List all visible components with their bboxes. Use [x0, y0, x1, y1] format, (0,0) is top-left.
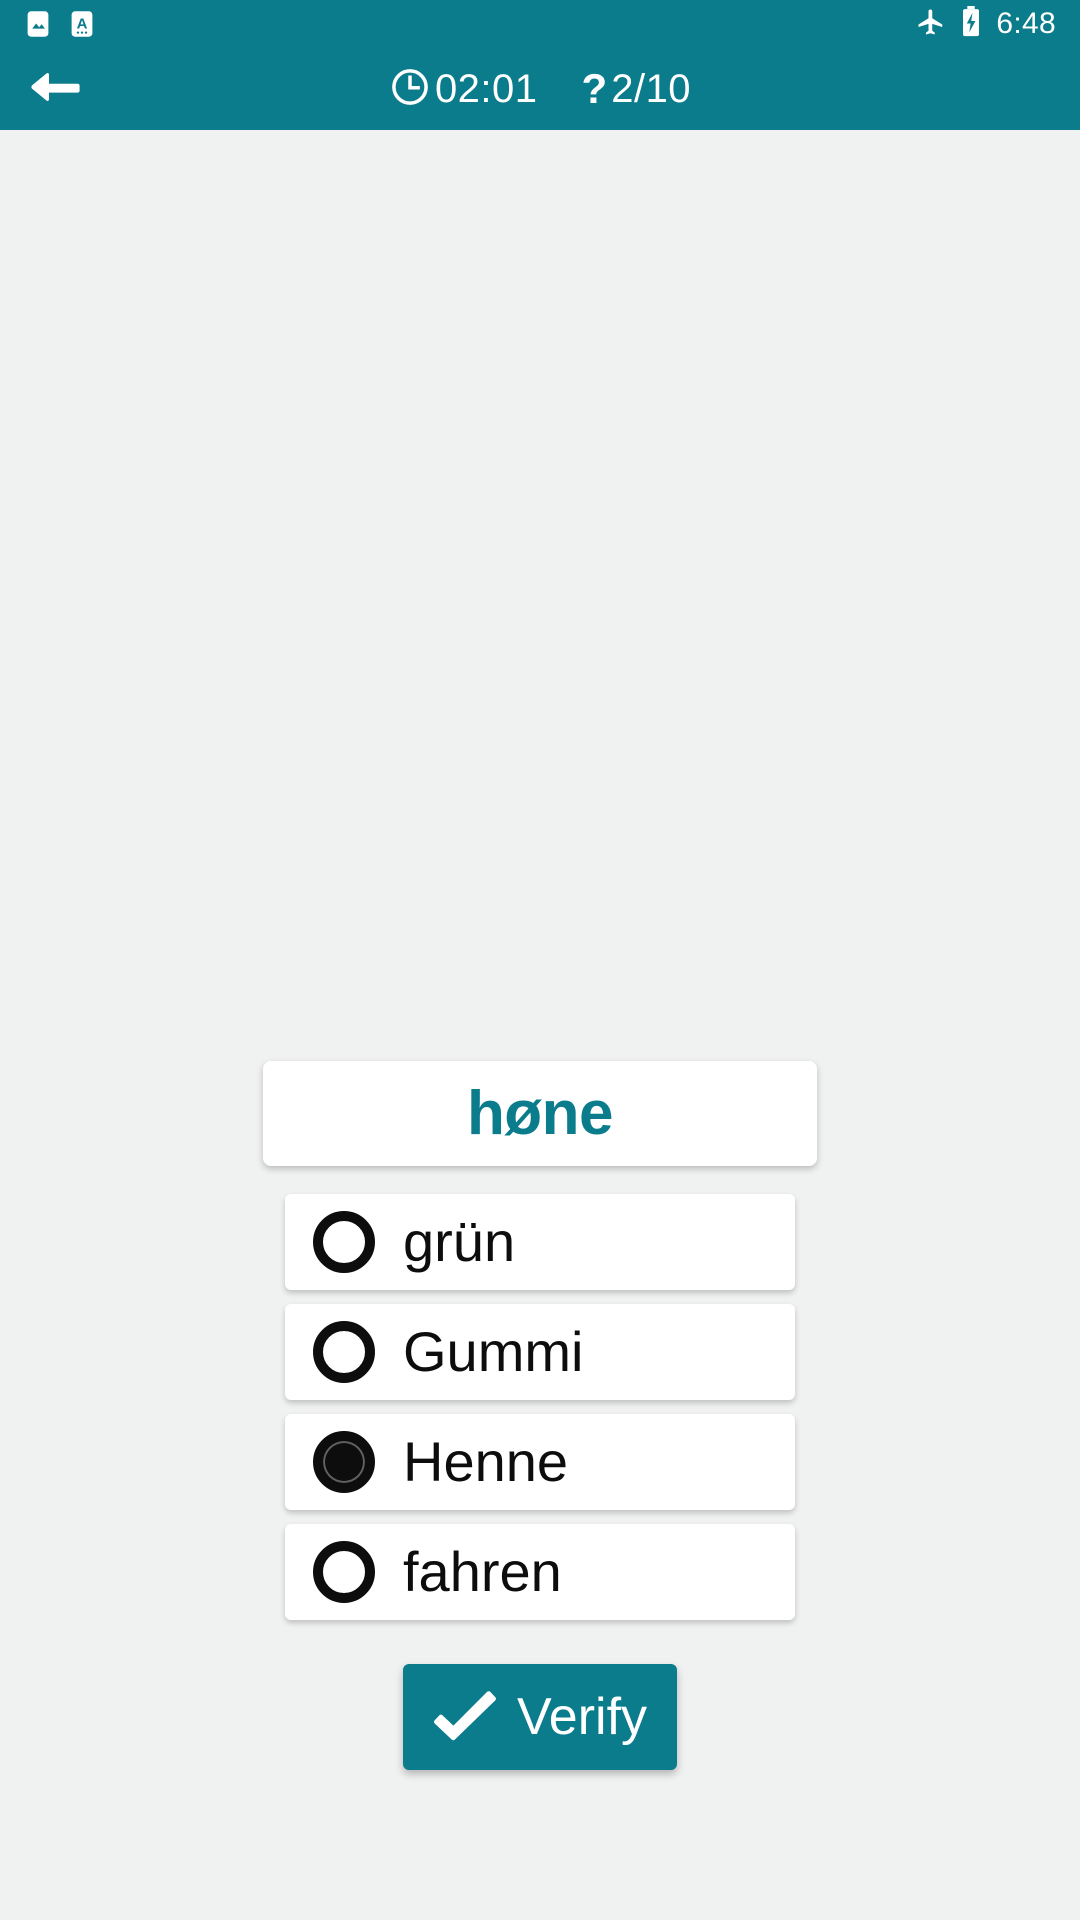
status-bar: A 6:48	[0, 0, 1080, 48]
clock-icon	[389, 66, 431, 113]
radio-button-unselected[interactable]	[313, 1321, 375, 1383]
translate-notification-icon: A	[68, 9, 96, 39]
question-card: høne	[263, 1061, 817, 1166]
airplane-mode-icon	[916, 7, 946, 42]
check-icon	[433, 1689, 497, 1746]
radio-button-unselected[interactable]	[313, 1211, 375, 1273]
quiz-timer: 02:01	[389, 66, 538, 113]
back-button[interactable]	[22, 56, 88, 122]
quiz-container: høne grün Gummi Henne fahren Verify	[0, 1061, 1080, 1770]
radio-button-unselected[interactable]	[313, 1541, 375, 1603]
back-arrow-icon	[27, 67, 83, 112]
answer-options-list: grün Gummi Henne fahren	[285, 1194, 795, 1620]
app-bar-center-group: 02:01 ? 2/10	[0, 66, 1080, 113]
verify-button[interactable]: Verify	[403, 1664, 677, 1770]
question-word: høne	[466, 1078, 614, 1148]
image-notification-icon	[24, 9, 52, 39]
status-bar-system-icons: 6:48	[916, 5, 1056, 43]
answer-option-label: Henne	[403, 1430, 569, 1493]
answer-option-2[interactable]: Gummi	[285, 1304, 795, 1400]
status-bar-clock: 6:48	[996, 7, 1056, 40]
answer-option-label: fahren	[403, 1540, 562, 1603]
app-bar: 02:01 ? 2/10	[0, 48, 1080, 130]
answer-option-label: grün	[403, 1210, 516, 1273]
quiz-screen: A 6:48 02:01 ? 2/10 høne grün Gummi Henn…	[0, 0, 1080, 1920]
svg-text:A: A	[77, 16, 88, 33]
battery-charging-icon	[960, 5, 982, 43]
answer-option-1[interactable]: grün	[285, 1194, 795, 1290]
question-mark-icon: ?	[581, 65, 608, 112]
quiz-content: høne grün Gummi Henne fahren Verify	[0, 130, 1080, 1920]
quiz-progress-value: 2/10	[611, 67, 692, 111]
quiz-progress: ? 2/10	[582, 68, 692, 110]
answer-option-4[interactable]: fahren	[285, 1524, 795, 1620]
answer-option-3[interactable]: Henne	[285, 1414, 795, 1510]
quiz-timer-value: 02:01	[434, 67, 538, 111]
answer-option-label: Gummi	[403, 1320, 584, 1383]
radio-button-selected[interactable]	[313, 1431, 375, 1493]
status-bar-notifications: A	[24, 9, 96, 39]
verify-button-label: Verify	[516, 1688, 648, 1746]
